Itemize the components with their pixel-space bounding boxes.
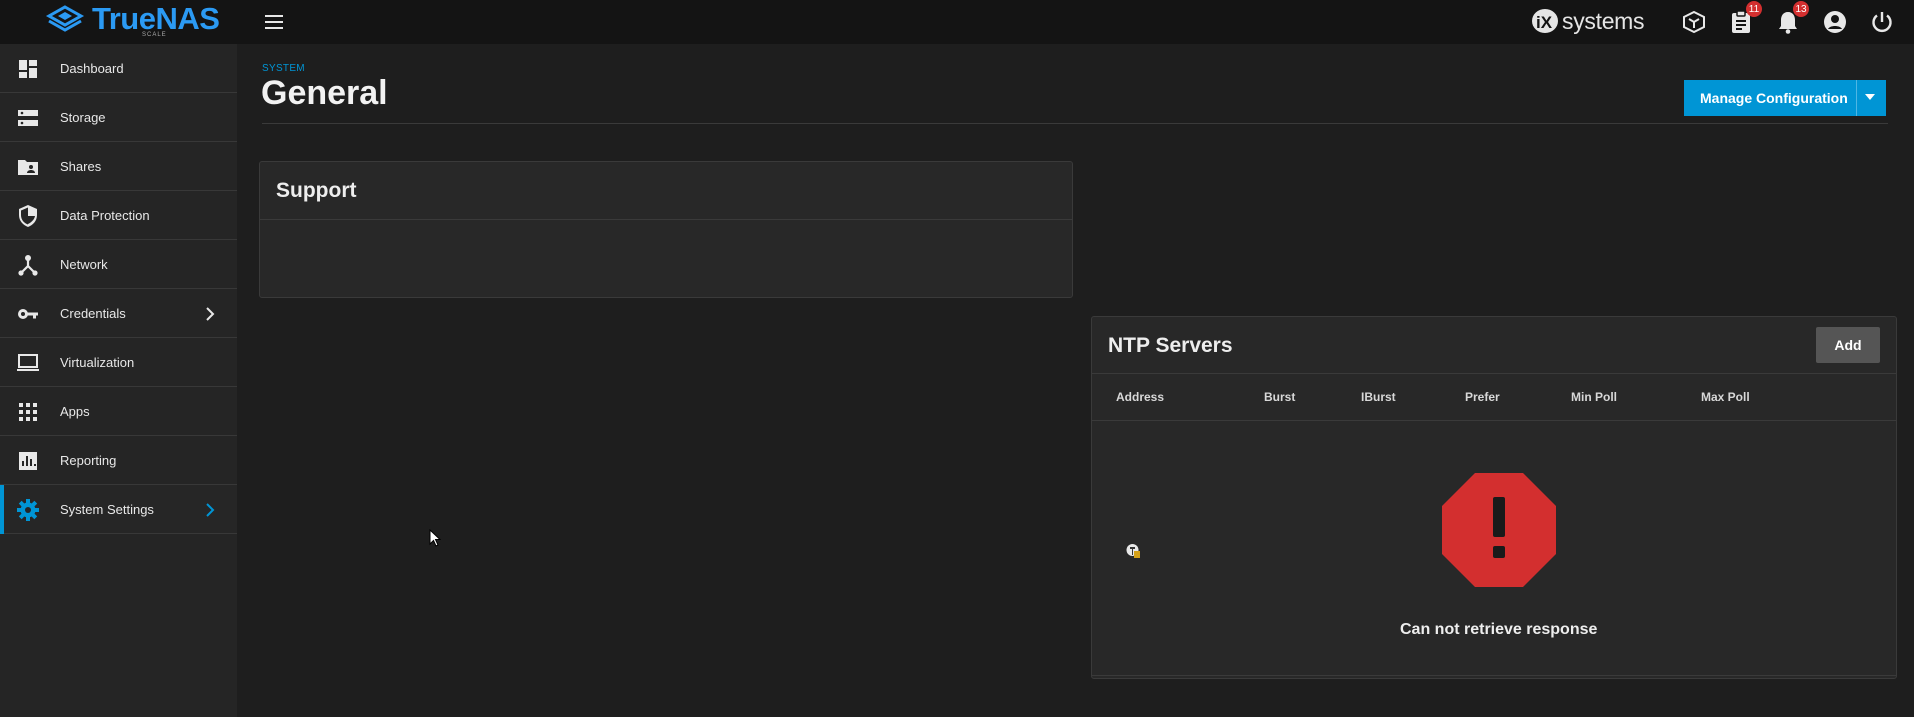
logo-edition: SCALE	[142, 32, 167, 38]
network-icon	[18, 255, 38, 276]
sidebar-item-label: System Settings	[60, 501, 154, 517]
alerts-badge: 13	[1793, 1, 1809, 17]
column-header-iburst[interactable]: IBurst	[1361, 390, 1396, 404]
sidebar-item-label: Data Protection	[60, 207, 150, 223]
column-header-burst[interactable]: Burst	[1264, 390, 1295, 404]
avatar-placeholder-icon	[1126, 544, 1140, 558]
truenas-logo-icon	[45, 5, 85, 32]
truecommand-icon[interactable]	[1680, 8, 1708, 36]
mouse-cursor-icon	[429, 529, 441, 547]
top-bar: TrueNAS SCALE iX systems 11 13	[0, 0, 1914, 44]
support-card-title: Support	[276, 179, 357, 202]
storage-icon	[18, 110, 38, 126]
laptop-icon	[17, 354, 39, 371]
ix-mark-icon: iX	[1532, 9, 1558, 33]
card-divider	[1092, 373, 1896, 374]
notifications-bell-icon[interactable]: 13	[1774, 1, 1809, 36]
button-divider	[1856, 80, 1857, 116]
column-header-prefer[interactable]: Prefer	[1465, 390, 1500, 404]
support-card: Support	[259, 161, 1073, 298]
truenas-logo[interactable]: TrueNAS SCALE	[44, 1, 220, 38]
column-header-min-poll[interactable]: Min Poll	[1571, 390, 1617, 404]
account-circle-icon[interactable]	[1821, 8, 1849, 36]
sidebar-item-reporting[interactable]: Reporting	[0, 436, 237, 485]
sidebar-item-label: Shares	[60, 158, 102, 174]
logo-text: TrueNAS	[92, 1, 220, 36]
sidebar-item-data-protection[interactable]: Data Protection	[0, 191, 237, 240]
ntp-servers-title: NTP Servers	[1108, 334, 1233, 357]
error-octagon-icon	[1442, 473, 1556, 587]
shield-icon	[19, 205, 37, 227]
power-icon[interactable]	[1868, 8, 1896, 36]
card-divider	[260, 219, 1072, 220]
svg-text:iX: iX	[1536, 13, 1553, 32]
apps-grid-icon	[19, 403, 37, 421]
sidebar-item-dashboard[interactable]: Dashboard	[0, 44, 237, 93]
caret-down-icon[interactable]	[1865, 94, 1875, 100]
sidebar-item-apps[interactable]: Apps	[0, 387, 237, 436]
gear-icon	[17, 499, 39, 521]
table-header-divider	[1092, 420, 1896, 421]
column-header-address[interactable]: Address	[1116, 390, 1164, 404]
sidebar-item-label: Virtualization	[60, 354, 135, 370]
sidebar-item-storage[interactable]: Storage	[0, 93, 237, 142]
title-divider	[262, 123, 1888, 124]
manage-configuration-label: Manage Configuration	[1700, 90, 1848, 106]
dashboard-icon	[19, 60, 37, 78]
sidebar-item-label: Storage	[60, 109, 106, 125]
chevron-right-icon	[206, 503, 215, 517]
sidebar-item-label: Apps	[60, 403, 90, 419]
ixsystems-wordmark: systems	[1562, 7, 1645, 34]
sidebar-item-network[interactable]: Network	[0, 240, 237, 289]
sidebar-item-shares[interactable]: Shares	[0, 142, 237, 191]
key-icon	[18, 309, 38, 319]
folder-shared-icon	[18, 160, 38, 175]
error-message: Can not retrieve response	[1400, 621, 1598, 638]
sidebar: Dashboard Storage Shares Data Protection…	[0, 44, 237, 717]
page-title: General	[261, 74, 388, 112]
sidebar-item-system-settings[interactable]: System Settings	[0, 485, 237, 534]
sidebar-item-label: Credentials	[60, 305, 126, 321]
sidebar-item-label: Reporting	[60, 452, 117, 468]
manage-configuration-button[interactable]: Manage Configuration	[1684, 80, 1886, 116]
sidebar-item-virtualization[interactable]: Virtualization	[0, 338, 237, 387]
chart-icon	[19, 452, 37, 470]
add-ntp-server-button[interactable]: Add	[1816, 327, 1880, 363]
ixsystems-logo[interactable]: iX systems	[1530, 7, 1645, 35]
chevron-right-icon	[206, 307, 215, 321]
breadcrumb[interactable]: SYSTEM	[262, 63, 305, 74]
column-header-max-poll[interactable]: Max Poll	[1701, 390, 1750, 404]
sidebar-item-label: Dashboard	[60, 60, 124, 76]
sidebar-item-credentials[interactable]: Credentials	[0, 289, 237, 338]
hamburger-menu-icon[interactable]	[262, 10, 286, 34]
jobs-clipboard-icon[interactable]: 11	[1727, 1, 1762, 36]
sidebar-item-label: Network	[60, 256, 108, 272]
jobs-badge: 11	[1746, 1, 1762, 17]
table-footer-divider	[1092, 675, 1896, 676]
